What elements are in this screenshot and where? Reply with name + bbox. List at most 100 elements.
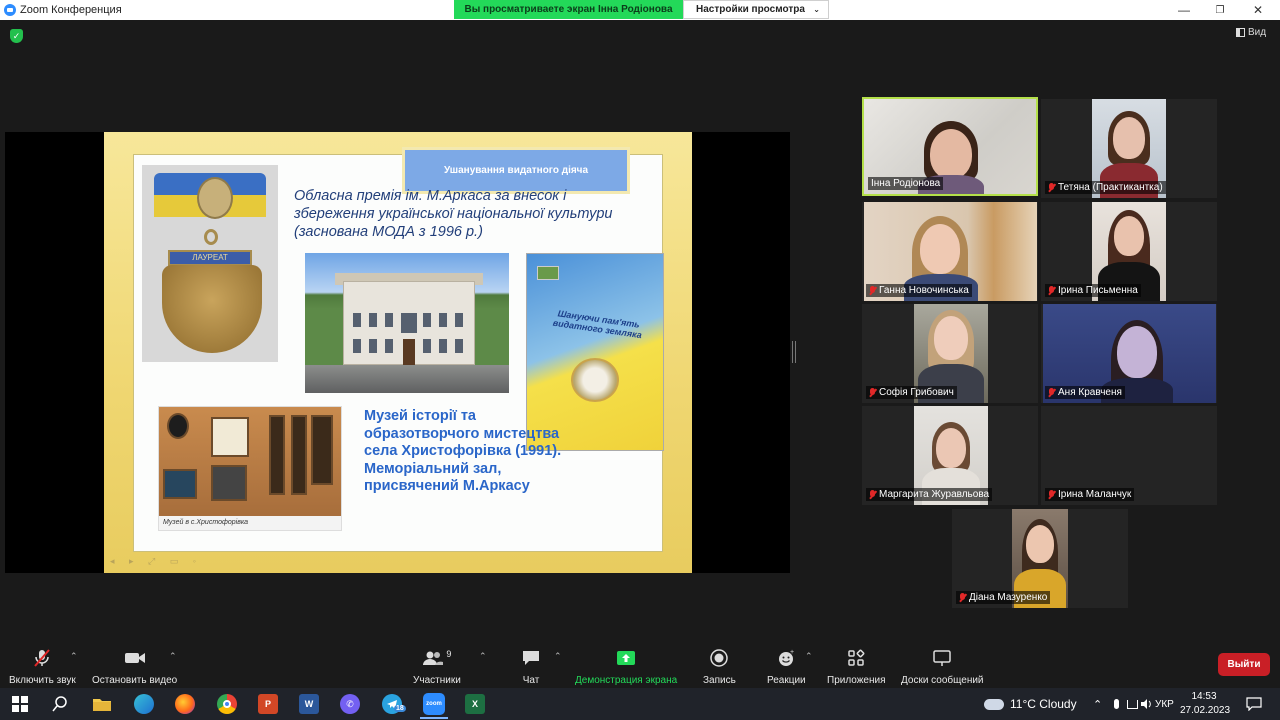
participant-tile[interactable]: Діана Мазуренко bbox=[952, 509, 1128, 608]
panel-splitter-handle[interactable] bbox=[792, 341, 796, 363]
record-icon bbox=[710, 648, 729, 668]
viber-icon[interactable]: ✆ bbox=[340, 694, 360, 714]
presentation-slide: Ушанування видатного діяча Обласна премі… bbox=[104, 132, 692, 573]
muted-mic-icon bbox=[869, 489, 876, 500]
word-icon[interactable]: W bbox=[299, 694, 319, 714]
shared-screen[interactable]: Ушанування видатного діяча Обласна премі… bbox=[5, 132, 790, 573]
chat-bubble-icon bbox=[521, 648, 541, 668]
muted-mic-icon bbox=[1048, 387, 1055, 398]
muted-mic-icon bbox=[869, 387, 876, 398]
video-options-caret[interactable]: ⌃ bbox=[169, 651, 177, 662]
maximize-button[interactable]: ❐ bbox=[1202, 0, 1238, 20]
reactions-label: Реакции bbox=[767, 675, 806, 686]
participant-tile[interactable]: Ганна Новочинська bbox=[862, 202, 1038, 301]
participants-button[interactable]: 9 Участники bbox=[413, 648, 461, 686]
tray-overflow-chevron-icon[interactable]: ⌃ bbox=[1093, 688, 1102, 720]
share-screen-icon bbox=[616, 648, 636, 668]
share-banner: Вы просматриваете экран Інна Родіонова Н… bbox=[454, 0, 829, 19]
participant-name: Ірина Письменна bbox=[1045, 284, 1141, 297]
participant-name: Діана Мазуренко bbox=[956, 591, 1051, 604]
weather-text: 11°C Cloudy bbox=[1010, 697, 1077, 711]
minimize-icon: — bbox=[1178, 3, 1190, 17]
network-icon[interactable] bbox=[1127, 688, 1138, 720]
record-label: Запись bbox=[703, 675, 736, 686]
participant-tile[interactable]: Тетяна (Практикантка) bbox=[1041, 99, 1217, 198]
system-clock[interactable]: 14:53 27.02.2023 bbox=[1180, 690, 1231, 718]
participants-label: Участники bbox=[413, 675, 461, 686]
powerpoint-icon[interactable]: P bbox=[258, 694, 278, 714]
participant-tile[interactable]: Ірина Маланчук bbox=[1041, 406, 1217, 505]
muted-mic-icon bbox=[959, 592, 966, 603]
participant-name: Ірина Маланчук bbox=[1045, 488, 1135, 501]
leave-button[interactable]: Выйти bbox=[1218, 653, 1270, 676]
notifications-icon[interactable] bbox=[1244, 694, 1264, 714]
chat-button[interactable]: Чат bbox=[521, 648, 541, 686]
participants-icon: 9 bbox=[422, 648, 451, 668]
telegram-unread-badge: 18 bbox=[394, 705, 406, 712]
participant-tile[interactable]: Маргарита Журавльова bbox=[862, 406, 1038, 505]
zoom-taskbar-icon[interactable]: zoom bbox=[423, 693, 445, 715]
reactions-options-caret[interactable]: ⌃ bbox=[805, 651, 813, 662]
security-shield-icon[interactable]: ✓ bbox=[10, 29, 23, 43]
unmute-label: Включить звук bbox=[9, 675, 76, 686]
keyboard-language[interactable]: УКР bbox=[1155, 688, 1174, 720]
museum-photo: Музей в с.Христофорівка bbox=[158, 406, 342, 531]
slide-header-text: Ушанування видатного діяча bbox=[443, 165, 589, 176]
chevron-down-icon: ⌄ bbox=[813, 5, 820, 14]
whiteboards-button[interactable]: Доски сообщений bbox=[901, 648, 984, 686]
cloud-icon bbox=[984, 698, 1004, 710]
title-bar: Zoom Конференция Вы просматриваете экран… bbox=[0, 0, 1280, 20]
restore-icon: ❐ bbox=[1215, 4, 1225, 16]
whiteboards-label: Доски сообщений bbox=[901, 675, 984, 686]
participant-tile[interactable]: Софія Грибович bbox=[862, 304, 1038, 403]
participant-name: Маргарита Журавльова bbox=[866, 488, 993, 501]
zoom-window: Zoom Конференция Вы просматриваете экран… bbox=[0, 0, 1280, 720]
windows-taskbar: P W ✆ 18 zoom X 11°C Cloudy ⌃ УКР 14:53 … bbox=[0, 688, 1280, 720]
muted-mic-icon bbox=[1048, 182, 1055, 193]
participants-options-caret[interactable]: ⌃ bbox=[479, 651, 487, 662]
whiteboard-icon bbox=[932, 648, 952, 668]
participant-tile[interactable]: Ірина Письменна bbox=[1041, 202, 1217, 301]
apps-button[interactable]: Приложения bbox=[827, 648, 886, 686]
chat-label: Чат bbox=[522, 675, 540, 686]
mic-muted-icon bbox=[32, 648, 52, 668]
close-button[interactable]: ✕ bbox=[1240, 0, 1276, 20]
participant-name: Аня Кравченя bbox=[1045, 386, 1125, 399]
unmute-button[interactable]: Включить звук bbox=[9, 648, 76, 686]
participant-name: Інна Родіонова bbox=[868, 177, 944, 190]
reactions-button[interactable]: + Реакции bbox=[767, 648, 806, 686]
smiley-icon: + bbox=[777, 648, 795, 668]
meeting-toolbar: Включить звук ⌃ Остановить видео ⌃ 9 Уча… bbox=[0, 640, 1280, 688]
telegram-icon[interactable]: 18 bbox=[382, 694, 406, 714]
close-icon: ✕ bbox=[1252, 3, 1264, 17]
weather-widget[interactable]: 11°C Cloudy bbox=[984, 688, 1077, 720]
share-screen-button[interactable]: Демонстрация экрана bbox=[575, 648, 677, 686]
chrome-icon[interactable] bbox=[217, 694, 237, 714]
stop-video-label: Остановить видео bbox=[92, 675, 178, 686]
viewing-screen-label: Вы просматриваете экран Інна Родіонова bbox=[454, 0, 683, 19]
view-label: Вид bbox=[1248, 27, 1267, 38]
minimize-button[interactable]: — bbox=[1166, 0, 1202, 20]
record-button[interactable]: Запись bbox=[703, 648, 736, 686]
slide-content: Ушанування видатного діяча Обласна премі… bbox=[133, 147, 664, 552]
edge-browser-icon[interactable] bbox=[134, 694, 154, 714]
microphone-tray-icon[interactable] bbox=[1114, 688, 1119, 720]
building-photo bbox=[305, 253, 509, 393]
chat-options-caret[interactable]: ⌃ bbox=[554, 651, 562, 662]
search-icon[interactable] bbox=[50, 694, 70, 714]
slide-nav-controls[interactable]: ◂ ▸ ⤢ ▭ ◦ bbox=[110, 556, 202, 567]
muted-mic-icon bbox=[1048, 285, 1055, 296]
volume-icon[interactable] bbox=[1140, 688, 1152, 720]
participant-tile[interactable]: Інна Родіонова bbox=[862, 97, 1038, 196]
excel-icon[interactable]: X bbox=[465, 694, 485, 714]
clock-date: 27.02.2023 bbox=[1180, 705, 1231, 716]
audio-options-caret[interactable]: ⌃ bbox=[70, 651, 78, 662]
windows-start-icon[interactable] bbox=[10, 694, 30, 714]
firefox-icon[interactable] bbox=[175, 694, 195, 714]
file-explorer-icon[interactable] bbox=[92, 694, 112, 714]
view-settings-button[interactable]: Настройки просмотра ⌄ bbox=[683, 0, 829, 19]
stop-video-button[interactable]: Остановить видео bbox=[92, 648, 177, 686]
view-button[interactable]: Вид bbox=[1236, 27, 1266, 38]
participant-tile[interactable]: Аня Кравченя bbox=[1041, 304, 1217, 403]
muted-mic-icon bbox=[869, 285, 876, 296]
